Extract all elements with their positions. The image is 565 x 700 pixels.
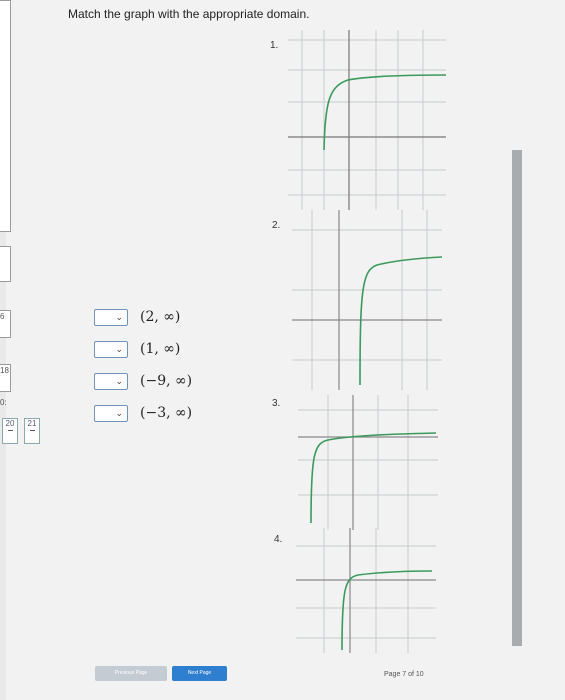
next-page-button[interactable]: Next Page <box>172 666 227 681</box>
graph-3 <box>298 395 438 530</box>
graph-number: 1. <box>270 40 279 51</box>
sidebar-item: 0: <box>0 398 7 407</box>
chevron-down-icon: ⌄ <box>115 343 123 354</box>
left-panel-fragment <box>0 0 11 232</box>
answer-row: ⌄ (−9, ∞) <box>94 370 192 392</box>
chevron-down-icon: ⌄ <box>115 311 123 322</box>
domain-label: (−9, ∞) <box>140 373 193 389</box>
graph-2 <box>292 210 442 390</box>
function-curve <box>323 74 446 151</box>
page-indicator: Page 7 of 10 <box>384 671 424 678</box>
sidebar-question-box[interactable]: 21 <box>24 418 40 444</box>
answer-row: ⌄ (1, ∞) <box>94 338 180 360</box>
domain-label: (1, ∞) <box>140 341 181 357</box>
graph-4 <box>296 528 436 653</box>
chevron-down-icon: ⌄ <box>115 407 123 418</box>
answer-row: ⌄ (−3, ∞) <box>94 402 192 424</box>
instruction-text: Match the graph with the appropriate dom… <box>68 7 310 21</box>
chevron-down-icon: ⌄ <box>115 375 123 386</box>
answer-row: ⌄ (2, ∞) <box>94 306 180 328</box>
function-curve <box>359 256 442 386</box>
graph-number: 2. <box>272 220 281 231</box>
domain-select[interactable]: ⌄ <box>94 372 128 390</box>
domain-label: (−3, ∞) <box>140 405 193 421</box>
sidebar-item: 6 <box>0 312 5 321</box>
scrollbar[interactable] <box>512 150 522 646</box>
domain-select[interactable]: ⌄ <box>94 340 128 358</box>
domain-select[interactable]: ⌄ <box>94 404 128 422</box>
domain-select[interactable]: ⌄ <box>94 308 128 326</box>
sidebar-item: 18 <box>0 366 9 375</box>
graph-number: 3. <box>272 398 281 409</box>
graph-number: 4. <box>274 534 283 545</box>
previous-page-button[interactable]: Previous Page <box>95 666 167 681</box>
left-panel-fragment <box>0 246 11 282</box>
domain-label: (2, ∞) <box>140 309 181 325</box>
function-curve <box>310 432 437 524</box>
sidebar-question-box[interactable]: 20 <box>2 418 18 444</box>
graph-1 <box>288 30 446 210</box>
